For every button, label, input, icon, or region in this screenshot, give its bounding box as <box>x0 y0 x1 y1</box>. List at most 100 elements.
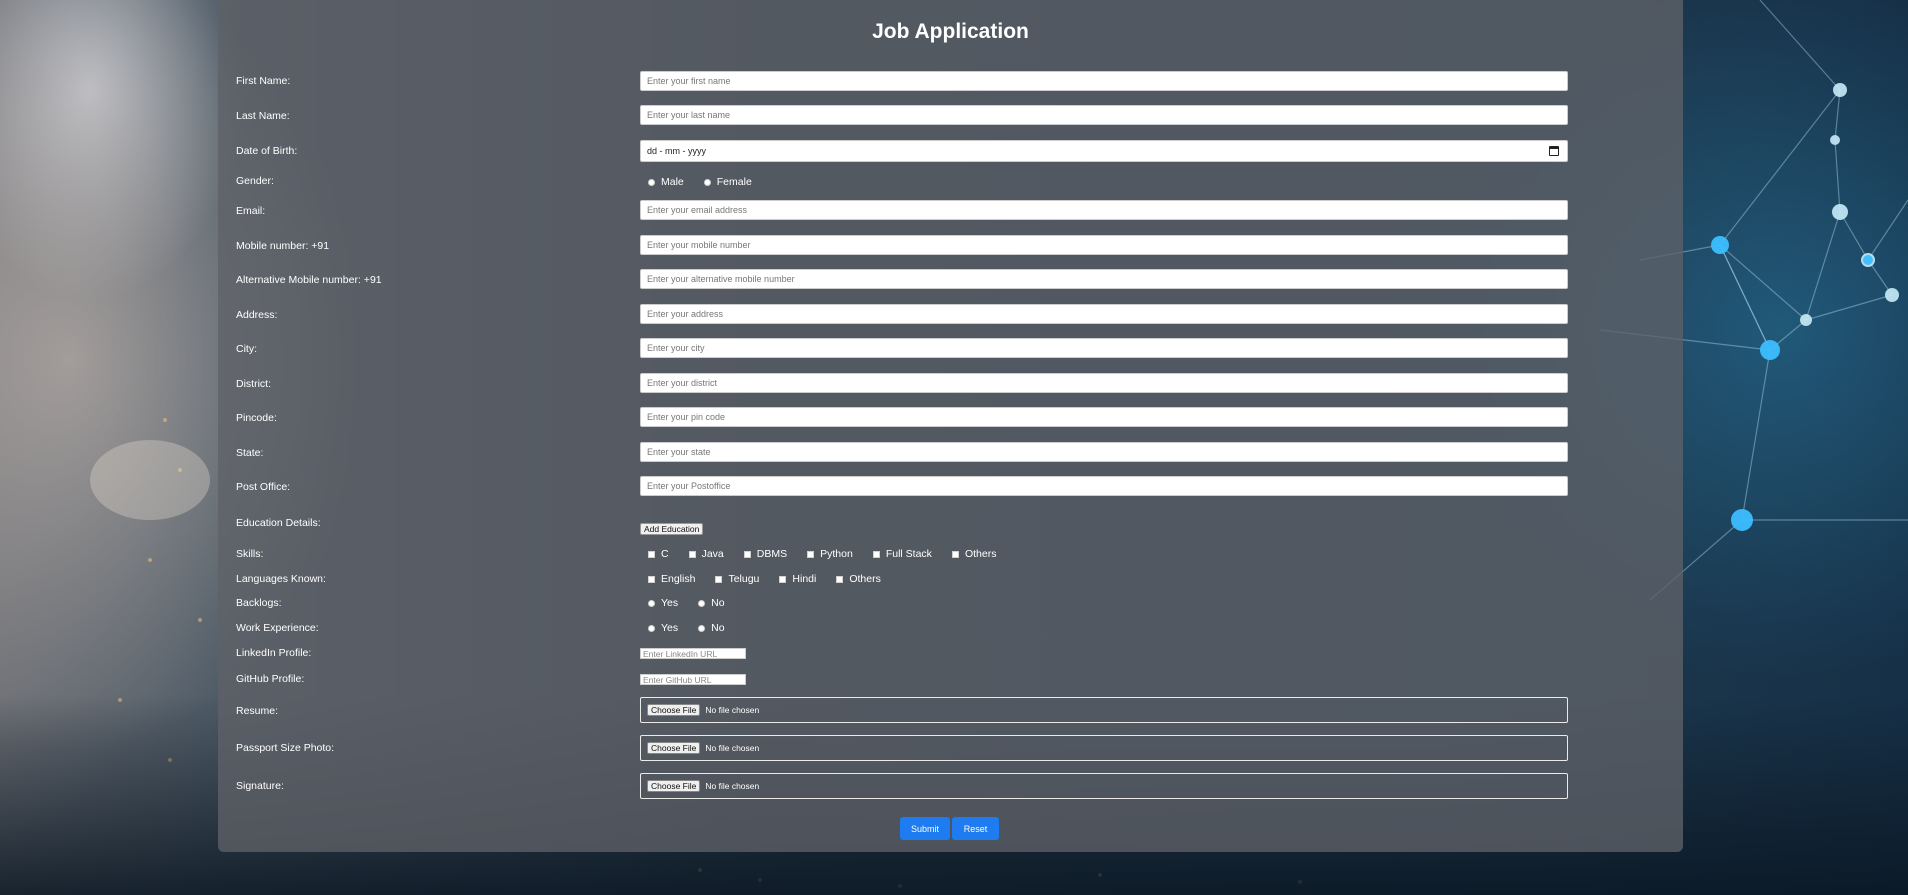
radio-female[interactable] <box>703 178 711 186</box>
radio-experience-no[interactable] <box>698 624 706 632</box>
language-english-option[interactable]: English <box>648 573 695 585</box>
resume-upload: Choose File No file chosen <box>640 697 1568 723</box>
gender-male-label: Male <box>661 176 684 188</box>
pincode-label: Pincode: <box>236 412 277 424</box>
mobile-label: Mobile number: +91 <box>236 240 330 252</box>
city-label: City: <box>236 343 257 355</box>
first-name-label: First Name: <box>236 75 291 87</box>
skill-others-label: Others <box>964 548 997 560</box>
gender-options: Male Female <box>648 176 772 188</box>
backlogs-no-label: No <box>711 597 725 609</box>
photo-upload: Choose File No file chosen <box>640 735 1568 761</box>
work-experience-no-option[interactable]: No <box>698 622 725 634</box>
backlogs-yes-option[interactable]: Yes <box>648 597 678 609</box>
checkbox-language-others[interactable] <box>836 575 844 583</box>
alt-mobile-label: Alternative Mobile number: +91 <box>236 274 382 286</box>
email-input[interactable] <box>640 200 1568 220</box>
language-hindi-option[interactable]: Hindi <box>779 573 816 585</box>
photo-file-status: No file chosen <box>705 743 760 753</box>
district-input[interactable] <box>640 373 1568 393</box>
skill-dbms-option[interactable]: DBMS <box>743 548 788 560</box>
checkbox-dbms[interactable] <box>743 550 751 558</box>
add-education-button[interactable]: Add Education <box>640 523 704 535</box>
gender-male-option[interactable]: Male <box>648 176 684 188</box>
address-input[interactable] <box>640 304 1568 324</box>
dob-input[interactable]: dd - mm - yyyy <box>640 140 1568 162</box>
linkedin-input[interactable] <box>640 648 746 659</box>
reset-button[interactable]: Reset <box>952 817 999 840</box>
skill-python-label: Python <box>820 548 853 560</box>
language-english-label: English <box>661 573 696 585</box>
skill-fullstack-label: Full Stack <box>885 548 932 560</box>
backlogs-yes-label: Yes <box>661 597 679 609</box>
mobile-input[interactable] <box>640 235 1568 255</box>
post-office-label: Post Office: <box>236 481 291 493</box>
skill-c-label: C <box>661 548 669 560</box>
work-experience-no-label: No <box>711 622 725 634</box>
radio-male[interactable] <box>648 178 655 186</box>
checkbox-skill-others[interactable] <box>951 550 959 558</box>
radio-experience-yes[interactable] <box>648 624 655 632</box>
languages-options: English Telugu Hindi Others <box>648 573 901 585</box>
alt-mobile-input[interactable] <box>640 269 1568 289</box>
languages-label: Languages Known: <box>236 573 326 585</box>
photo-choose-file-button[interactable]: Choose File <box>647 742 701 754</box>
first-name-input[interactable] <box>640 71 1568 91</box>
language-telugu-label: Telugu <box>728 573 760 585</box>
signature-upload: Choose File No file chosen <box>640 773 1568 799</box>
pincode-input[interactable] <box>640 407 1568 427</box>
checkbox-python[interactable] <box>807 550 815 558</box>
checkbox-english[interactable] <box>648 575 655 583</box>
email-label: Email: <box>236 205 266 217</box>
checkbox-c[interactable] <box>648 550 655 558</box>
checkbox-java[interactable] <box>688 550 696 558</box>
gender-label: Gender: <box>236 175 274 187</box>
submit-button[interactable]: Submit <box>900 817 950 840</box>
resume-choose-file-button[interactable]: Choose File <box>647 704 701 716</box>
language-telugu-option[interactable]: Telugu <box>715 573 759 585</box>
backlogs-no-option[interactable]: No <box>698 597 725 609</box>
work-experience-yes-option[interactable]: Yes <box>648 622 678 634</box>
skill-dbms-label: DBMS <box>756 548 788 560</box>
resume-file-status: No file chosen <box>705 705 760 715</box>
resume-label: Resume: <box>236 705 279 717</box>
radio-backlogs-no[interactable] <box>698 599 706 607</box>
gender-female-option[interactable]: Female <box>703 176 752 188</box>
checkbox-telugu[interactable] <box>715 575 723 583</box>
github-input[interactable] <box>640 674 746 685</box>
skill-python-option[interactable]: Python <box>807 548 853 560</box>
signature-choose-file-button[interactable]: Choose File <box>647 780 701 792</box>
github-label: GitHub Profile: <box>236 673 305 685</box>
language-others-option[interactable]: Others <box>836 573 881 585</box>
checkbox-fullstack[interactable] <box>872 550 880 558</box>
state-label: State: <box>236 447 264 459</box>
skill-java-label: Java <box>701 548 724 560</box>
checkbox-hindi[interactable] <box>779 575 787 583</box>
signature-label: Signature: <box>236 780 284 792</box>
state-input[interactable] <box>640 442 1568 462</box>
photo-label: Passport Size Photo: <box>236 742 335 754</box>
radio-backlogs-yes[interactable] <box>648 599 655 607</box>
post-office-input[interactable] <box>640 476 1568 496</box>
language-hindi-label: Hindi <box>792 573 817 585</box>
backlogs-options: Yes No <box>648 597 745 609</box>
work-experience-options: Yes No <box>648 622 745 634</box>
skill-java-option[interactable]: Java <box>688 548 724 560</box>
skill-c-option[interactable]: C <box>648 548 669 560</box>
education-label: Education Details: <box>236 517 321 529</box>
last-name-input[interactable] <box>640 105 1568 125</box>
skills-label: Skills: <box>236 548 264 560</box>
city-input[interactable] <box>640 338 1568 358</box>
address-label: Address: <box>236 309 278 321</box>
job-application-form: Job Application First Name: Last Name: D… <box>218 0 1683 852</box>
last-name-label: Last Name: <box>236 110 290 122</box>
work-experience-yes-label: Yes <box>661 622 679 634</box>
gender-female-label: Female <box>716 176 752 188</box>
skill-fullstack-option[interactable]: Full Stack <box>872 548 932 560</box>
form-title: Job Application <box>872 20 1029 43</box>
work-experience-label: Work Experience: <box>236 622 319 634</box>
backlogs-label: Backlogs: <box>236 597 282 609</box>
dob-label: Date of Birth: <box>236 145 298 157</box>
skill-others-option[interactable]: Others <box>951 548 997 560</box>
calendar-icon[interactable] <box>1549 146 1559 156</box>
